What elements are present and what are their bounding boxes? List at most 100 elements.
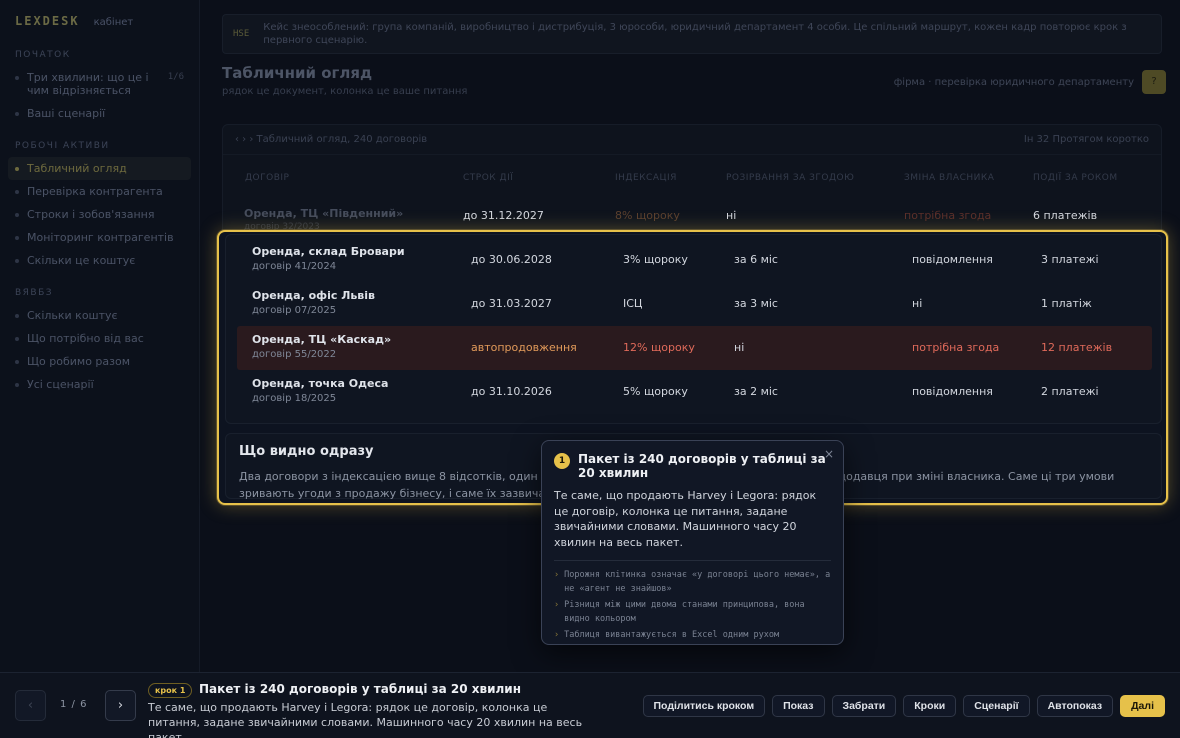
prev-step-button[interactable]: ‹ xyxy=(15,690,46,721)
column-header[interactable]: СТРОК ДІЇ xyxy=(463,173,513,183)
indexation-cell: ІСЦ xyxy=(623,297,643,310)
show-button[interactable]: Показ xyxy=(772,695,825,717)
tour-popover: 1 Пакет із 240 договорів у таблиці за 20… xyxy=(541,440,844,645)
brand: LEXDESK кабінет xyxy=(8,14,191,28)
sidebar-item-together[interactable]: Що робимо разом xyxy=(8,350,191,373)
termination-cell: за 2 міс xyxy=(734,385,778,398)
popover-body: Те саме, що продають Harvey і Legora: ря… xyxy=(554,489,817,549)
sidebar-item-table-review[interactable]: Табличний огляд xyxy=(8,157,191,180)
indexation-cell: 5% щороку xyxy=(623,385,688,398)
term-cell: до 31.10.2026 xyxy=(471,385,552,398)
action-buttons: Поділитись кроком Показ Забрати Кроки Сц… xyxy=(642,695,1165,717)
sidebar-item-all-scenarios[interactable]: Усі сценарії xyxy=(8,373,191,396)
bullet-icon xyxy=(15,190,19,194)
chevron-right-icon: › xyxy=(554,570,560,580)
sidebar-item-label: Ваші сценарії xyxy=(27,107,106,120)
table-row[interactable]: Оренда, офіс Львів договір 07/2025 до 31… xyxy=(237,282,1152,326)
brand-logo[interactable]: LEXDESK xyxy=(15,14,80,28)
next-step-arrow-button[interactable]: › xyxy=(105,690,136,721)
sidebar-item-deadlines[interactable]: Строки і зобов'язання xyxy=(8,203,191,226)
case-banner: HSE Кейс знеособлений: група компаній, в… xyxy=(222,14,1162,54)
page-title: Табличний огляд xyxy=(222,64,373,82)
sidebar-item-pricing[interactable]: Скільки коштує xyxy=(8,304,191,327)
help-button[interactable]: ? xyxy=(1142,70,1166,94)
contract-cell: Оренда, точка Одеса договір 18/2025 xyxy=(252,377,388,404)
sidebar-item-intro[interactable]: Три хвилини: що це і чим відрізняється 1… xyxy=(8,66,191,102)
payments-cell: 12 платежів xyxy=(1041,341,1113,354)
owner-change-cell: потрібна згода xyxy=(904,209,992,222)
scenarios-button[interactable]: Сценарії xyxy=(963,695,1030,717)
contract-cell: Оренда, ТЦ «Каскад» договір 55/2022 xyxy=(252,333,391,360)
popover-title: Пакет із 240 договорів у таблиці за 20 х… xyxy=(578,452,826,480)
sidebar-section-title: РОБОЧІ АКТИВИ xyxy=(15,141,110,151)
bullet-icon xyxy=(15,236,19,240)
column-header[interactable]: РОЗІРВАННЯ ЗА ЗГОДОЮ xyxy=(726,173,854,183)
sidebar-item-label: Скільки коштує xyxy=(27,309,118,322)
table-breadcrumb[interactable]: ‹ › › Табличний огляд, 240 договорів xyxy=(235,134,427,145)
contract-name: Оренда, офіс Львів xyxy=(252,289,375,302)
sidebar-item-label: Перевірка контрагента xyxy=(27,185,163,198)
term-cell: до 30.06.2028 xyxy=(471,253,552,266)
sidebar-item-cost[interactable]: Скільки це коштує xyxy=(8,249,191,272)
sidebar-item-counterparty-check[interactable]: Перевірка контрагента xyxy=(8,180,191,203)
table-meta: Ін 32 Протягом коротко xyxy=(1023,134,1149,145)
termination-cell: ні xyxy=(726,209,737,222)
contract-name: Оренда, ТЦ «Південний» xyxy=(244,207,404,220)
table-row[interactable]: Оренда, ТЦ «Південний» договір 32/2023 д… xyxy=(223,201,1161,233)
payments-cell: 6 платежів xyxy=(1033,209,1098,222)
popover-note-text: Порожня клітинка означає «у договорі цьо… xyxy=(564,570,831,594)
page-toolbar: фірма · перевірка юридичного департамент… xyxy=(894,70,1166,94)
banner-tag: HSE xyxy=(233,29,250,39)
sidebar-item-label: Моніторинг контрагентів xyxy=(27,231,174,244)
bullet-icon xyxy=(15,314,19,318)
popover-note-text: Різниця між цими двома станами принципов… xyxy=(564,600,805,624)
termination-cell: за 3 міс xyxy=(734,297,778,310)
sidebar: LEXDESK кабінет ПОЧАТОК Три хвилини: що … xyxy=(0,0,200,672)
table-row-warning[interactable]: Оренда, ТЦ «Каскад» договір 55/2022 авто… xyxy=(237,326,1152,370)
sidebar-item-label: Усі сценарії xyxy=(27,378,94,391)
indexation-cell: 12% щороку xyxy=(623,341,695,354)
sidebar-item-monitoring[interactable]: Моніторинг контрагентів xyxy=(8,226,191,249)
sidebar-item-scenarios[interactable]: Ваші сценарії xyxy=(8,102,191,125)
brand-subtitle: кабінет xyxy=(93,17,134,28)
sidebar-item-label: Що робимо разом xyxy=(27,355,131,368)
step-counter: 1 / 6 xyxy=(60,699,88,710)
column-header[interactable]: ПОДІЇ ЗА РОКОМ xyxy=(1033,173,1118,183)
sidebar-item-label: Що потрібно від вас xyxy=(27,332,144,345)
bullet-icon xyxy=(15,167,19,171)
payments-cell: 3 платежі xyxy=(1041,253,1099,266)
sidebar-item-requirements[interactable]: Що потрібно від вас xyxy=(8,327,191,350)
steps-button[interactable]: Кроки xyxy=(903,695,957,717)
close-icon[interactable]: × xyxy=(824,447,834,461)
contract-name: Оренда, точка Одеса xyxy=(252,377,389,390)
table-card-header: ‹ › › Табличний огляд, 240 договорів Ін … xyxy=(223,125,1161,155)
autoplay-button[interactable]: Автопоказ xyxy=(1036,695,1114,717)
contract-number: договір 07/2025 xyxy=(252,305,337,316)
share-step-button[interactable]: Поділитись кроком xyxy=(642,695,766,717)
column-header[interactable]: ДОГОВІР xyxy=(245,173,289,183)
bullet-icon xyxy=(15,360,19,364)
spotlight-table: Оренда, склад Бровари договір 41/2024 до… xyxy=(225,234,1162,424)
take-button[interactable]: Забрати xyxy=(831,695,897,717)
contract-number: договір 41/2024 xyxy=(252,261,337,272)
contract-cell: Оренда, склад Бровари договір 41/2024 xyxy=(252,245,405,272)
sidebar-section-title: ПОЧАТОК xyxy=(15,50,71,60)
page-subtitle: рядок це документ, колонка це ваше питан… xyxy=(222,86,468,97)
divider xyxy=(554,560,831,561)
next-button[interactable]: Далі xyxy=(1120,695,1165,717)
column-header[interactable]: ІНДЕКСАЦІЯ xyxy=(615,173,677,183)
chevron-right-icon: › xyxy=(554,600,560,610)
contract-cell: Оренда, ТЦ «Південний» договір 32/2023 xyxy=(244,207,403,232)
owner-change-cell: повідомлення xyxy=(912,253,993,266)
indexation-cell: 3% щороку xyxy=(623,253,688,266)
contract-name: Оренда, склад Бровари xyxy=(252,245,405,258)
banner-text: Кейс знеособлений: група компаній, вироб… xyxy=(263,22,1127,46)
column-header[interactable]: ЗМІНА ВЛАСНИКА xyxy=(904,173,994,183)
page-toolbar-text: фірма · перевірка юридичного департамент… xyxy=(893,76,1134,88)
table-row[interactable]: Оренда, точка Одеса договір 18/2025 до 3… xyxy=(237,370,1152,414)
termination-cell: ні xyxy=(734,341,745,354)
sidebar-item-label: Строки і зобов'язання xyxy=(27,208,155,221)
bullet-icon xyxy=(15,337,19,341)
table-row[interactable]: Оренда, склад Бровари договір 41/2024 до… xyxy=(237,238,1152,282)
tour-bottom-bar: ‹ 1 / 6 › крок 1 Пакет із 240 договорів … xyxy=(0,672,1180,738)
